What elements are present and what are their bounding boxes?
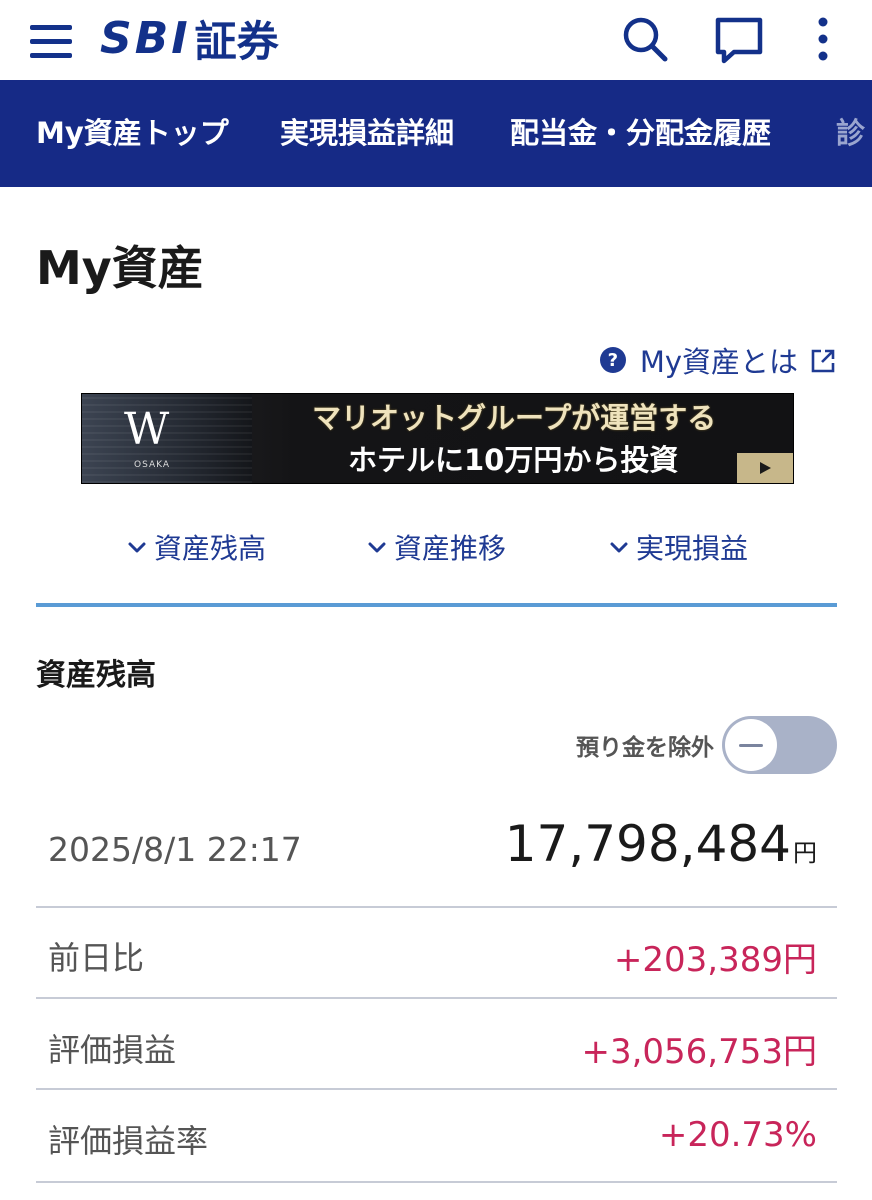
- tab-dividend-history[interactable]: 配当金・分配金履歴: [510, 80, 771, 187]
- anchor-label: 資産推移: [394, 532, 507, 565]
- section-title: 資産残高: [36, 658, 156, 693]
- unrealized-pl-label: 評価損益: [48, 1031, 177, 1069]
- anchor-label: 資産残高: [154, 532, 267, 565]
- total-balance-amount: 17,798,484: [504, 815, 791, 873]
- anchor-asset-balance[interactable]: 資産残高: [126, 525, 266, 569]
- page-title: My資産: [36, 241, 204, 295]
- unrealized-pl-rate-value: +20.73%: [658, 1115, 817, 1155]
- row-divider: [36, 906, 837, 908]
- more-vertical-icon[interactable]: [798, 14, 848, 64]
- promo-banner[interactable]: W OSAKA マリオットグループが運営する ホテルに10万円から投資: [81, 393, 794, 484]
- balance-timestamp: 2025/8/1 22:17: [48, 830, 302, 869]
- banner-play-icon: [737, 453, 793, 483]
- anchor-label: 実現損益: [636, 532, 749, 565]
- logo-text: SBI: [100, 12, 191, 64]
- sbi-logo[interactable]: SBI 証券: [100, 8, 279, 68]
- row-divider: [36, 997, 837, 999]
- day-change-label: 前日比: [48, 939, 145, 977]
- about-link-label: My資産とは: [639, 345, 798, 379]
- logo-suffix: 証券: [194, 16, 279, 66]
- row-divider: [36, 1088, 837, 1090]
- banner-logo-sub: OSAKA: [134, 460, 171, 470]
- minus-icon: [739, 743, 763, 747]
- about-my-asset-link[interactable]: ? My資産とは: [599, 340, 836, 380]
- chat-icon[interactable]: [714, 14, 764, 64]
- exclude-deposit-label: 預り金を除外: [576, 735, 714, 761]
- row-divider: [36, 1181, 837, 1183]
- day-change-value: +203,389円: [613, 940, 817, 980]
- asset-nav-bar: My資産トップ 実現損益詳細 配当金・分配金履歴 診: [0, 80, 872, 187]
- anchor-realized-pl[interactable]: 実現損益: [608, 525, 748, 569]
- banner-subheadline: ホテルに10万円から投資: [348, 443, 679, 477]
- chevron-down-icon: [368, 542, 386, 553]
- unrealized-pl-value: +3,056,753円: [581, 1032, 817, 1072]
- section-divider: [36, 603, 837, 607]
- search-icon[interactable]: [620, 14, 670, 64]
- tab-realized-pl-detail[interactable]: 実現損益詳細: [280, 80, 454, 187]
- total-balance: 17,798,484 円: [505, 815, 817, 873]
- chevron-down-icon: [128, 542, 146, 553]
- banner-headline: マリオットグループが運営する: [312, 401, 717, 435]
- total-balance-unit: 円: [793, 839, 817, 867]
- app-header: SBI 証券: [0, 0, 872, 80]
- chevron-down-icon: [610, 542, 628, 553]
- help-icon: ?: [599, 347, 626, 373]
- anchor-asset-trend[interactable]: 資産推移: [366, 525, 506, 569]
- tab-diagnosis[interactable]: 診: [836, 80, 865, 187]
- external-link-icon: [810, 347, 836, 373]
- toggle-knob: [725, 719, 777, 771]
- unrealized-pl-rate-label: 評価損益率: [48, 1122, 209, 1160]
- hamburger-menu-icon[interactable]: [30, 23, 72, 61]
- exclude-deposit-toggle[interactable]: [722, 716, 837, 774]
- tab-my-asset-top[interactable]: My資産トップ: [36, 80, 229, 187]
- banner-logo-letter: W: [124, 404, 170, 455]
